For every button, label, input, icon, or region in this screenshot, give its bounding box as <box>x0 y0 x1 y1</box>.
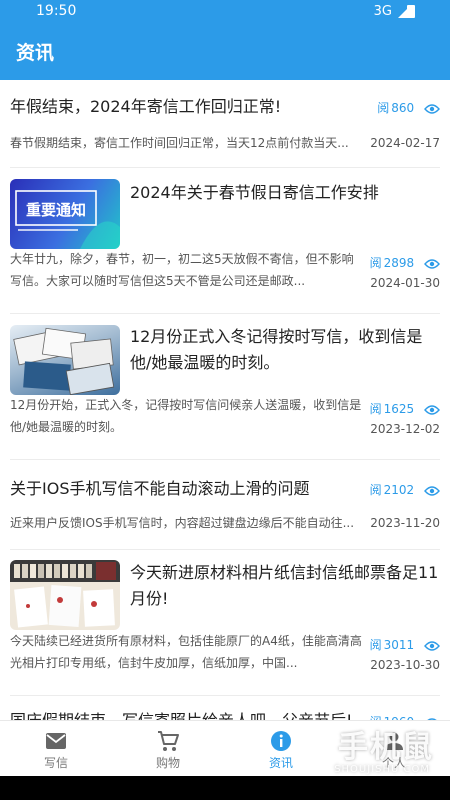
article-item[interactable]: 今天新进原材料相片纸信封信纸邮票备足11月份! 今天陆续已经进货所有原材料，包括… <box>0 550 450 696</box>
article-item[interactable]: 关于IOS手机写信不能自动滚动上滑的问题 阅 2102 近来用户反馈IOS手机写信… <box>0 460 450 550</box>
article-title: 今天新进原材料相片纸信封信纸邮票备足11月份! <box>130 563 439 608</box>
article-summary: 春节假期结束，寄信工作时间回归正常，当天12点前付款当天... <box>10 136 349 150</box>
eye-icon <box>424 640 440 651</box>
article-date: 2024-02-17 <box>370 136 440 150</box>
article-views: 阅 860 <box>377 99 440 116</box>
article-date: 2023-12-02 <box>370 422 440 436</box>
watermark-text: 手机鼠 <box>338 730 434 765</box>
views-count: 860 <box>391 101 415 115</box>
views-count: 2898 <box>383 256 415 270</box>
views-label: 阅 <box>369 638 382 652</box>
tab-shop[interactable]: 购物 <box>112 721 224 777</box>
article-date: 2023-11-20 <box>370 516 440 530</box>
article-title: 12月份正式入冬记得按时写信，收到信是他/她最温暖的时刻。 <box>130 327 423 372</box>
article-title: 国庆假期结束，写信寄照片给亲人吧，父亲节后! <box>10 708 360 720</box>
article-summary: 今天陆续已经进货所有原材料，包括佳能原厂的A4纸，佳能高清高光相片打印专用纸，信… <box>10 634 362 670</box>
article-item[interactable]: 年假结束，2024年寄信工作回归正常! 阅 860 春节假期结束，寄信工作时间回归… <box>0 80 450 168</box>
watermark: 手机鼠 SHOUJISHU.COM <box>334 722 434 775</box>
tab-label: 资讯 <box>268 756 293 770</box>
article-title: 2024年关于春节假日寄信工作安排 <box>130 183 379 202</box>
article-item[interactable]: 国庆假期结束，写信寄照片给亲人吧，父亲节后! 阅1960 <box>0 696 450 720</box>
article-list[interactable]: 年假结束，2024年寄信工作回归正常! 阅 860 春节假期结束，寄信工作时间回归… <box>0 80 450 720</box>
article-thumbnail: 重要通知 <box>10 179 120 249</box>
mail-icon <box>46 733 66 749</box>
eye-icon <box>424 404 440 415</box>
article-views: 阅1960 <box>370 713 440 720</box>
info-icon <box>271 731 291 751</box>
article-summary: 12月份开始，正式入冬，记得按时写信问候亲人送温暖，收到信是他/她最温暖的时刻。 <box>10 398 362 434</box>
tab-write[interactable]: 写信 <box>0 721 112 777</box>
app-bar: 资讯 <box>0 24 450 80</box>
status-time: 19:50 <box>36 3 77 19</box>
article-item[interactable]: 12月份正式入冬记得按时写信，收到信是他/她最温暖的时刻。 12月份开始，正式入… <box>0 314 450 460</box>
article-summary: 大年廿九，除夕，春节，初一，初二这5天放假不寄信，但不影响写信。大家可以随时写信… <box>10 252 354 288</box>
article-views: 阅 1625 <box>370 400 440 417</box>
watermark-subtext: SHOUJISHU.COM <box>334 764 430 775</box>
article-summary: 近来用户反馈IOS手机写信时，内容超过键盘边缘后不能自动往... <box>10 516 355 530</box>
thumbnail-graphic <box>13 327 115 395</box>
views-count: 3011 <box>383 638 415 652</box>
article-thumbnail <box>10 560 120 630</box>
article-views: 阅 2898 <box>370 254 440 271</box>
views-label: 阅 <box>369 256 382 270</box>
system-nav-bar <box>0 776 450 800</box>
article-title: 年假结束，2024年寄信工作回归正常! <box>10 97 282 116</box>
tab-label: 购物 <box>155 756 180 770</box>
thumbnail-text: 重要通知 <box>26 201 86 219</box>
thumbnail-graphic <box>10 560 120 628</box>
article-date: 2023-10-30 <box>370 658 440 672</box>
page-title: 资讯 <box>16 42 55 64</box>
views-count: 2102 <box>383 483 415 497</box>
views-label: 阅 <box>377 101 390 115</box>
article-item[interactable]: 重要通知 2024年关于春节假日寄信工作安排 大年廿九，除夕，春节，初一，初二这… <box>0 168 450 314</box>
tab-news[interactable]: 资讯 <box>225 721 337 777</box>
article-title: 关于IOS手机写信不能自动滚动上滑的问题 <box>10 479 310 498</box>
eye-icon <box>424 485 440 496</box>
network-type: 3G <box>373 4 392 19</box>
views-count: 1625 <box>383 402 415 416</box>
article-thumbnail <box>10 325 120 395</box>
views-label: 阅 <box>369 483 382 497</box>
views-label: 阅 <box>369 402 382 416</box>
article-date: 2024-01-30 <box>370 276 440 290</box>
tab-label: 写信 <box>43 756 68 770</box>
status-bar: 19:50 3G <box>0 0 450 24</box>
battery-icon <box>407 5 415 18</box>
eye-icon <box>424 103 440 114</box>
eye-icon <box>424 258 440 269</box>
article-views: 阅 2102 <box>370 481 440 498</box>
article-views: 阅 3011 <box>370 636 440 653</box>
cart-icon <box>158 731 179 751</box>
thumbnail-graphic: 重要通知 <box>15 190 120 249</box>
